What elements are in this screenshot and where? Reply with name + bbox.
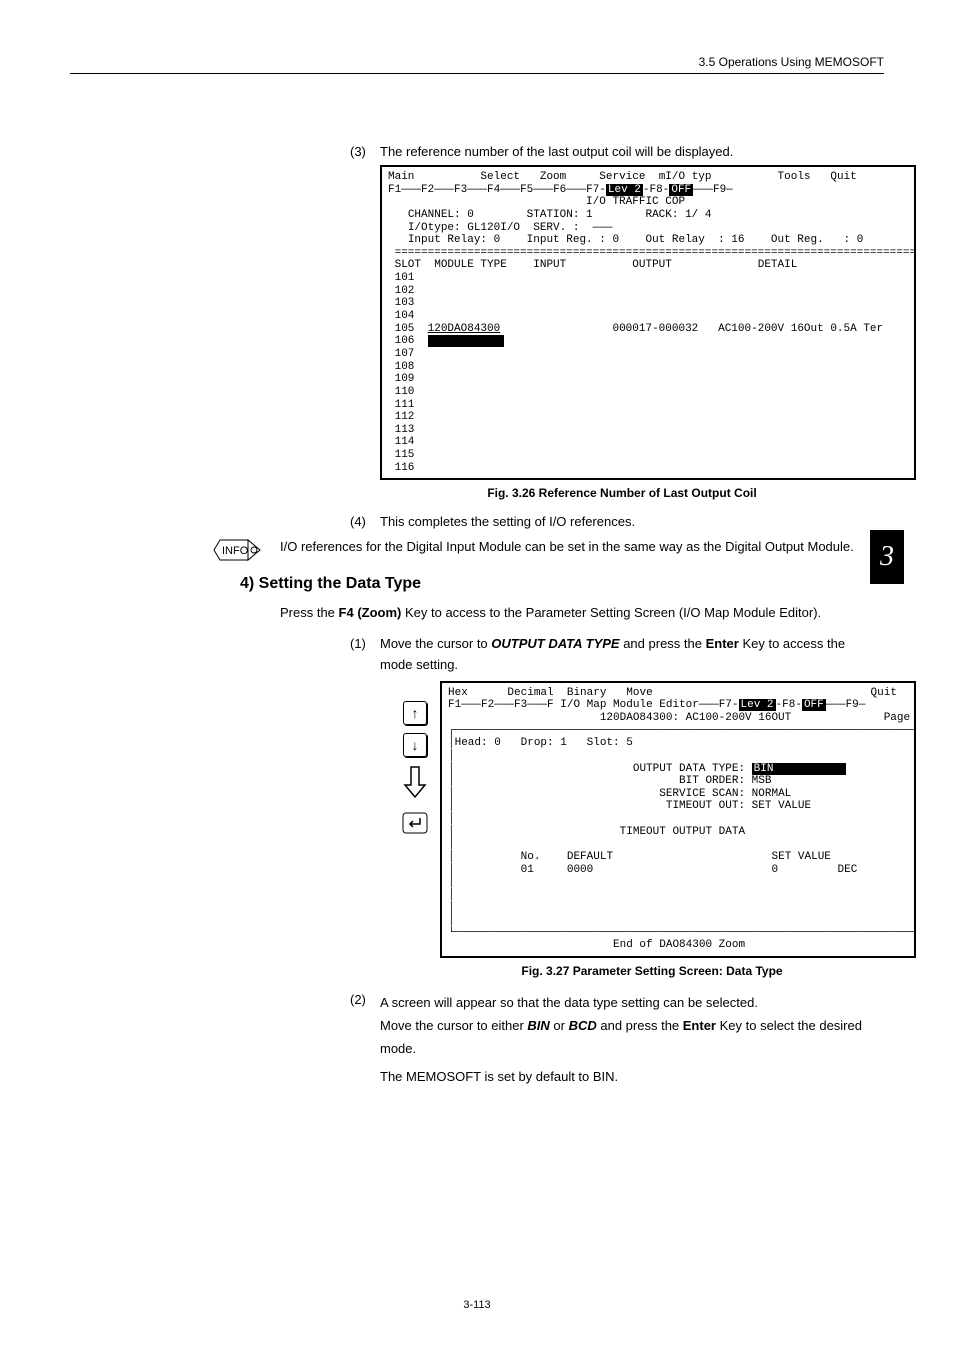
flow-arrow-icon bbox=[395, 765, 435, 802]
svg-text:INFO: INFO bbox=[222, 545, 249, 557]
step-1b: (1) Move the cursor to OUTPUT DATA TYPE … bbox=[350, 634, 864, 674]
step-2b-line3: The MEMOSOFT is set by default to BIN. bbox=[380, 1066, 864, 1089]
step-2b-num: (2) bbox=[350, 992, 380, 1007]
step-1b-text: Move the cursor to OUTPUT DATA TYPE and … bbox=[380, 634, 864, 674]
step-4-text: This completes the setting of I/O refere… bbox=[380, 514, 635, 529]
section-4-intro: Press the F4 (Zoom) Key to access to the… bbox=[280, 603, 864, 623]
step-4: (4) This completes the setting of I/O re… bbox=[350, 514, 864, 529]
step-2b-body: A screen will appear so that the data ty… bbox=[380, 992, 864, 1089]
header-section-title: 3.5 Operations Using MEMOSOFT bbox=[70, 55, 884, 69]
step-2b-line2: Move the cursor to either BIN or BCD and… bbox=[380, 1015, 864, 1061]
key-icons-column: ↑ ↓ bbox=[395, 701, 435, 845]
chapter-tab: 3 bbox=[870, 530, 904, 584]
step-3: (3) The reference number of the last out… bbox=[350, 144, 864, 159]
step-4-num: (4) bbox=[350, 514, 380, 529]
figure-3-27-caption: Fig. 3.27 Parameter Setting Screen: Data… bbox=[440, 964, 864, 978]
figure-3-27: Hex Decimal Binary Move Quit F1———F2———F… bbox=[440, 681, 916, 958]
info-icon: INFO bbox=[210, 537, 266, 563]
step-2b: (2) A screen will appear so that the dat… bbox=[350, 992, 864, 1089]
page-header: 3.5 Operations Using MEMOSOFT bbox=[70, 55, 884, 74]
up-arrow-key-icon: ↑ bbox=[403, 701, 427, 725]
down-arrow-key-icon: ↓ bbox=[403, 733, 427, 757]
step-3-num: (3) bbox=[350, 144, 380, 159]
section-4-heading: 4) Setting the Data Type bbox=[240, 575, 864, 593]
figure-3-26: Main Select Zoom Service mI/O typ Tools … bbox=[380, 165, 916, 480]
page-number: 3-113 bbox=[0, 1299, 954, 1311]
figure-3-26-caption: Fig. 3.26 Reference Number of Last Outpu… bbox=[380, 486, 864, 500]
info-note-text: I/O references for the Digital Input Mod… bbox=[280, 537, 864, 557]
step-2b-line1: A screen will appear so that the data ty… bbox=[380, 992, 864, 1015]
step-1b-num: (1) bbox=[350, 634, 380, 654]
step-3-text: The reference number of the last output … bbox=[380, 144, 733, 159]
enter-key-icon bbox=[395, 812, 435, 837]
